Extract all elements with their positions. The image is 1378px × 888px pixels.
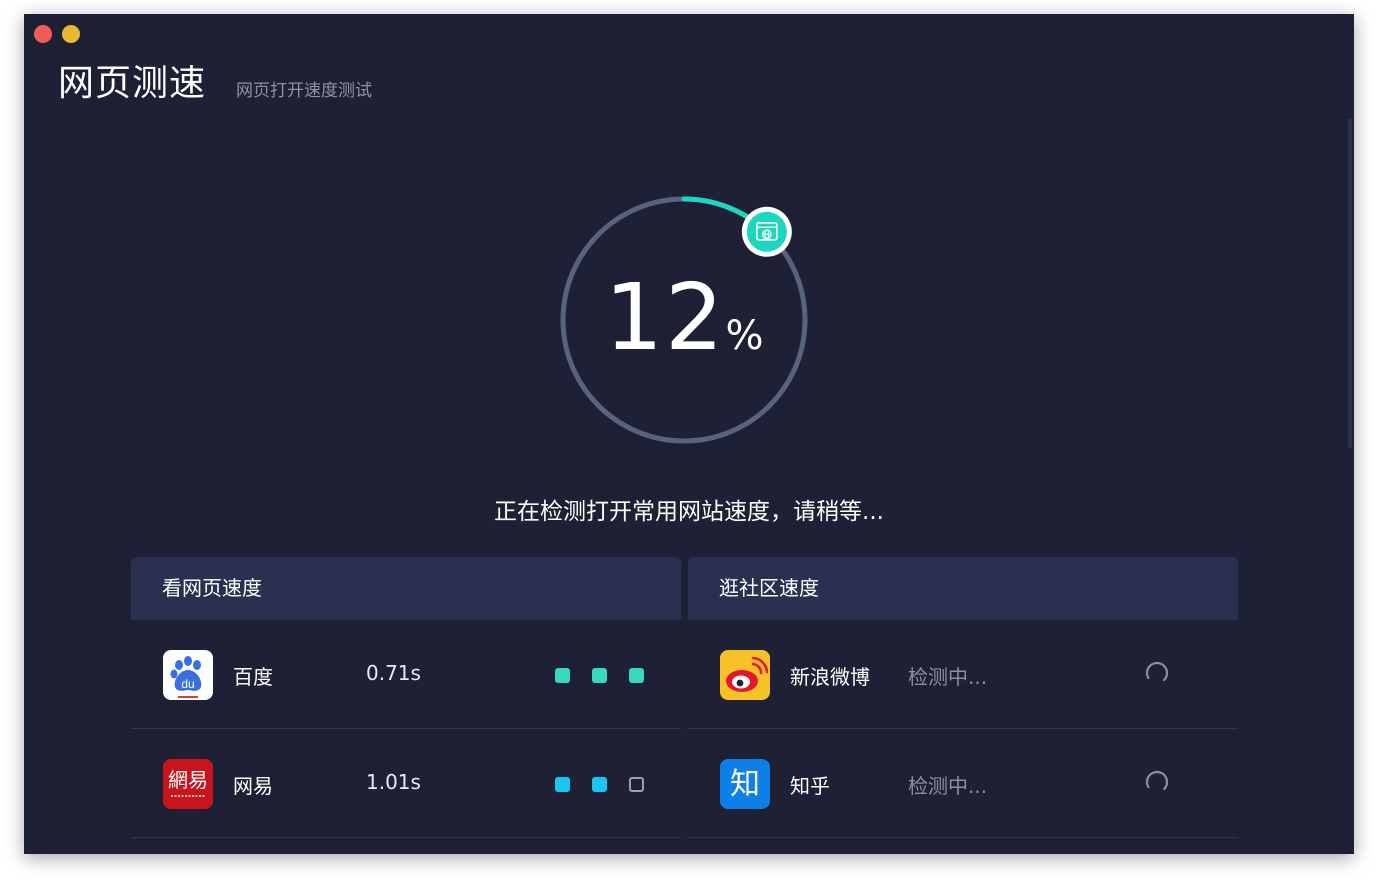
speed-indicator — [555, 777, 644, 792]
zhihu-icon-text: 知 — [730, 767, 760, 802]
speed-dot-filled — [592, 777, 607, 792]
window-close-button[interactable] — [34, 25, 52, 43]
site-row-netease: 網易 网易 1.01s — [131, 729, 681, 838]
browse-speed-header: 看网页速度 — [131, 557, 681, 620]
baidu-icon-text: du — [181, 677, 194, 691]
speed-dot-filled — [629, 668, 644, 683]
progress-ring: 12% — [558, 194, 810, 446]
site-name: 网易 — [233, 774, 273, 798]
progress-value: 12 — [604, 264, 726, 371]
site-name: 百度 — [233, 665, 273, 689]
loading-spinner-icon — [1145, 661, 1169, 685]
app-window: 网页测速 网页打开速度测试 12% 正在检测打开常用网站速度，请稍等... 看网… — [24, 14, 1354, 854]
site-name: 知乎 — [790, 774, 830, 798]
scrollbar[interactable] — [1348, 118, 1352, 448]
page-subtitle: 网页打开速度测试 — [236, 81, 372, 101]
loading-spinner-icon — [1145, 770, 1169, 794]
site-row-baidu: du 百度 0.71s — [131, 620, 681, 729]
weibo-icon — [720, 650, 770, 700]
browser-globe-icon — [741, 206, 792, 257]
baidu-icon: du — [163, 650, 213, 700]
zhihu-icon: 知 — [720, 759, 770, 809]
netease-icon: 網易 — [163, 759, 213, 809]
page-title: 网页测速 — [58, 63, 207, 104]
site-name: 新浪微博 — [790, 665, 870, 689]
speed-dot-filled — [555, 777, 570, 792]
site-row-zhihu: 知 知乎 检测中... — [688, 729, 1238, 838]
speed-dot-empty — [629, 777, 644, 792]
speed-dot-filled — [592, 668, 607, 683]
site-load-time: 1.01s — [366, 770, 421, 794]
progress-unit: % — [725, 313, 764, 359]
site-check-status: 检测中... — [908, 774, 988, 798]
status-message: 正在检测打开常用网站速度，请稍等... — [494, 499, 884, 525]
community-speed-header: 逛社区速度 — [688, 557, 1238, 620]
community-speed-panel: 逛社区速度 新浪微博 检测中... 知 知乎 检测中... — [688, 557, 1238, 838]
site-check-status: 检测中... — [908, 665, 988, 689]
window-minimize-button[interactable] — [62, 25, 80, 43]
site-row-weibo: 新浪微博 检测中... — [688, 620, 1238, 729]
speed-dot-filled — [555, 668, 570, 683]
speed-indicator — [555, 668, 644, 683]
site-load-time: 0.71s — [366, 661, 421, 685]
progress-percentage: 12% — [558, 272, 810, 364]
netease-icon-text: 網易 — [168, 768, 208, 792]
browse-speed-panel: 看网页速度 du 百度 0.71s 網易 网易 1.01s — [131, 557, 681, 838]
